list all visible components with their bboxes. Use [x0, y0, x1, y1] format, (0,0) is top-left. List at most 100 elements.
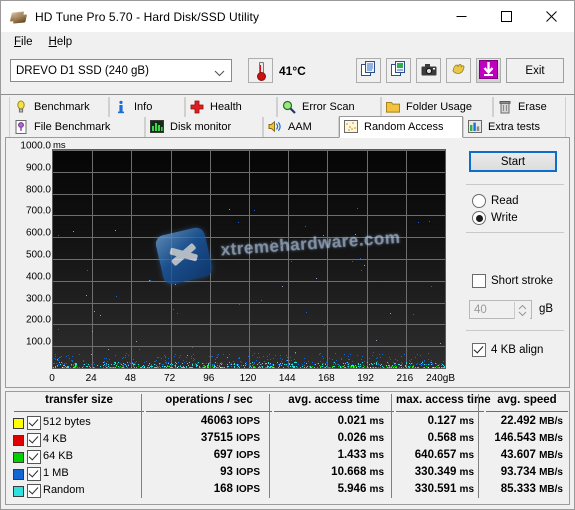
data-point — [73, 366, 75, 368]
radio-read[interactable]: Read — [472, 194, 519, 208]
minimize-icon[interactable] — [439, 1, 484, 32]
table-row[interactable]: Random 168 IOPS 5.946 ms 330.591 ms 85.333 M… — [6, 482, 569, 499]
screenshot-button[interactable] — [416, 58, 441, 83]
data-point — [59, 364, 61, 366]
data-point — [393, 367, 395, 368]
data-point — [137, 367, 139, 368]
data-point — [86, 366, 88, 368]
data-point — [281, 359, 283, 361]
data-point — [366, 367, 368, 368]
data-point — [353, 367, 355, 368]
download-button[interactable] — [476, 58, 501, 83]
tab-file-benchmark[interactable]: File Benchmark — [9, 117, 145, 137]
y-tick-label: 300.0 — [25, 293, 51, 305]
tab-benchmark[interactable]: Benchmark — [9, 97, 109, 117]
checkbox-short-stroke[interactable]: Short stroke — [472, 274, 553, 288]
tab-info[interactable]: Info — [109, 97, 185, 117]
data-point — [197, 362, 199, 364]
series-visibility-checkbox[interactable] — [27, 433, 41, 447]
series-visibility-checkbox[interactable] — [27, 416, 41, 430]
table-row[interactable]: 4 KB 37515 IOPS 0.026 ms 0.568 ms 146.543 MB… — [6, 431, 569, 448]
close-icon[interactable] — [529, 1, 574, 32]
checkbox-4kb-align[interactable]: 4 KB align — [472, 343, 543, 357]
data-point — [191, 364, 193, 366]
menu-file[interactable]: File — [7, 34, 42, 50]
data-point — [266, 358, 268, 360]
exit-button[interactable]: Exit — [506, 58, 564, 83]
data-point — [304, 357, 306, 359]
table-row[interactable]: 512 bytes 46063 IOPS 0.021 ms 0.127 ms 22.49… — [6, 414, 569, 431]
data-point — [352, 364, 354, 366]
short-stroke-size-input[interactable]: 40 — [469, 300, 532, 319]
data-point-outlier — [418, 221, 420, 223]
series-visibility-checkbox[interactable] — [27, 450, 41, 464]
column-header-underline — [146, 411, 272, 412]
hd-tune-pro-window: HD Tune Pro 5.70 - Hard Disk/SSD Utility… — [0, 0, 575, 510]
series-visibility-checkbox[interactable] — [27, 484, 41, 498]
start-button[interactable]: Start — [469, 151, 557, 172]
drive-select-value: DREVO D1 SSD (240 gB) — [16, 64, 149, 77]
options-button[interactable] — [446, 58, 471, 83]
data-point — [270, 363, 272, 365]
data-point — [156, 359, 158, 361]
data-point — [147, 366, 149, 368]
temperature-value: 41°C — [279, 64, 306, 78]
data-point — [282, 362, 284, 364]
data-point — [291, 363, 293, 365]
table-row[interactable]: 64 KB 697 IOPS 1.433 ms 640.657 ms 43.607 MB… — [6, 448, 569, 465]
maximize-icon[interactable] — [484, 1, 529, 32]
data-point — [128, 365, 130, 367]
data-point — [390, 367, 392, 368]
data-point — [363, 367, 365, 368]
lightbulb-icon — [14, 100, 29, 114]
data-point — [288, 363, 290, 365]
data-point — [411, 363, 413, 365]
radio-write[interactable]: Write — [472, 211, 518, 225]
tab-random-access[interactable]: Random Access — [339, 116, 463, 138]
spinner-arrows-icon[interactable] — [514, 302, 530, 319]
data-point — [215, 357, 217, 359]
data-point — [322, 363, 324, 365]
tab-extra-tests[interactable]: Extra tests — [463, 117, 566, 137]
copy-image-button[interactable] — [386, 58, 411, 83]
access-time-chart: ms 100.0 200.0 300.0 400.0 500.0 600.0 700.0 80… — [10, 140, 458, 386]
data-point — [304, 364, 306, 366]
data-point — [420, 363, 422, 365]
data-point — [222, 363, 224, 365]
data-point — [349, 353, 351, 355]
tab-random-access-label: Random Access — [364, 121, 444, 133]
data-point — [360, 363, 362, 365]
data-point — [415, 367, 417, 368]
data-point — [280, 365, 282, 367]
data-point-outlier — [150, 279, 151, 281]
data-point — [296, 366, 298, 368]
tab-erase[interactable]: Erase — [493, 97, 566, 117]
data-point — [277, 367, 279, 368]
data-point — [306, 367, 307, 368]
results-table-header: transfer size operations / sec avg. access… — [6, 394, 569, 412]
tab-health[interactable]: Health — [185, 97, 277, 117]
data-point — [115, 354, 117, 356]
window-buttons — [439, 1, 574, 32]
tab-error-scan[interactable]: Error Scan — [277, 97, 381, 117]
data-point — [252, 367, 254, 368]
data-point — [215, 367, 217, 368]
data-point — [394, 362, 396, 364]
table-row[interactable]: 1 MB 93 IOPS 10.668 ms 330.349 ms 93.734 MB/… — [6, 465, 569, 482]
tab-folder-usage[interactable]: Folder Usage — [381, 97, 493, 117]
data-point — [174, 365, 176, 367]
data-point — [160, 366, 161, 368]
radio-read-label: Read — [491, 195, 519, 207]
data-point — [255, 359, 257, 361]
tab-aam[interactable]: AAM — [263, 117, 339, 137]
drive-select[interactable]: DREVO D1 SSD (240 gB) — [10, 59, 232, 82]
menu-help[interactable]: Help — [42, 34, 82, 50]
data-point — [245, 362, 247, 364]
tab-disk-monitor[interactable]: Disk monitor — [145, 117, 263, 137]
data-point — [292, 367, 294, 368]
copy-text-button[interactable] — [356, 58, 381, 83]
data-point — [397, 367, 399, 368]
data-point — [186, 362, 188, 364]
series-visibility-checkbox[interactable] — [27, 467, 41, 481]
transfer-size-label: 64 KB — [43, 450, 73, 462]
